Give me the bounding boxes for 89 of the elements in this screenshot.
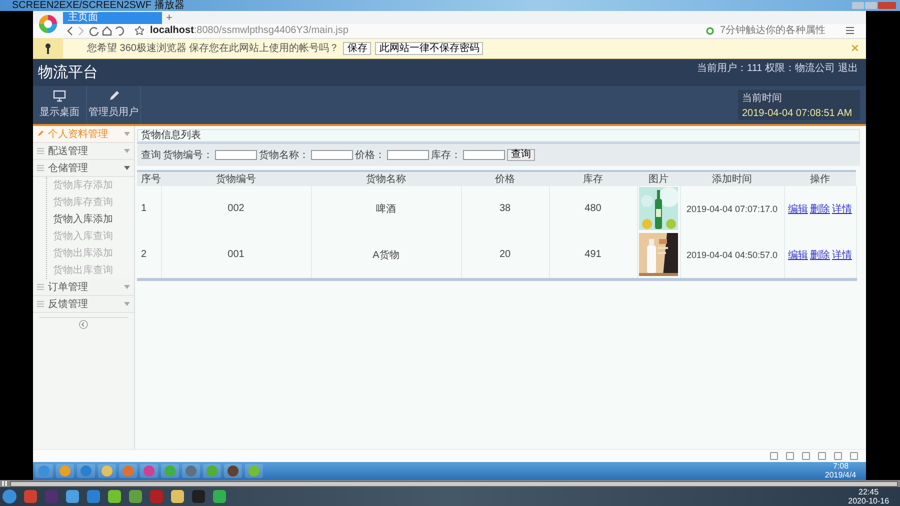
password-prompt: 您希望 360极速浏览器 保存您在此网站上使用的帐号吗？ bbox=[87, 42, 340, 56]
app-icon[interactable] bbox=[65, 489, 80, 504]
password-bar-button[interactable]: 此网站一律不保存密码 bbox=[375, 42, 484, 55]
toolbar-button[interactable]: 管理员用户 bbox=[87, 86, 141, 124]
pencil-icon bbox=[37, 130, 44, 138]
new-tab-button[interactable]: + bbox=[166, 12, 172, 24]
app-icon[interactable] bbox=[128, 489, 143, 504]
password-bar-button[interactable]: 保存 bbox=[343, 42, 372, 55]
list-icon bbox=[37, 300, 44, 307]
action-link[interactable]: 删除 bbox=[810, 202, 830, 216]
app-icon[interactable] bbox=[86, 489, 101, 504]
logout-link[interactable]: 退出 bbox=[838, 61, 858, 76]
column-header: 货物编号 bbox=[161, 170, 311, 186]
menu-icon[interactable] bbox=[846, 27, 854, 34]
input-field[interactable] bbox=[387, 150, 429, 160]
input-field[interactable] bbox=[215, 150, 257, 160]
panel-title: 货物信息列表 bbox=[137, 128, 860, 142]
action-link[interactable]: 详情 bbox=[832, 202, 852, 216]
app-icon[interactable] bbox=[170, 489, 185, 504]
taskbar-time: 22:45 bbox=[858, 488, 878, 496]
caret-icon bbox=[124, 302, 130, 306]
user-info: 当前用户：111 权限：物流公司 bbox=[697, 62, 835, 76]
caret-icon bbox=[124, 148, 130, 153]
app-title: 物流平台 bbox=[38, 62, 98, 82]
pencil-icon bbox=[108, 90, 120, 102]
column-header: 库存 bbox=[549, 170, 637, 186]
field-label: 货物编号： bbox=[163, 148, 213, 162]
player-title: SCREEN2EXE/SCREEN2SWF 播放器 bbox=[11, 0, 184, 11]
action-link[interactable]: 编辑 bbox=[788, 202, 808, 216]
column-header: 添加时间 bbox=[680, 170, 784, 186]
search-engine-icon bbox=[706, 26, 714, 35]
table-cell: 20 bbox=[461, 232, 549, 280]
toolbar-button[interactable]: 显示桌面 bbox=[33, 86, 87, 124]
table-cell: 001 bbox=[161, 232, 311, 280]
caret-icon bbox=[124, 284, 130, 289]
close-icon[interactable] bbox=[852, 45, 858, 52]
caret-icon bbox=[124, 166, 130, 170]
clock-label: 当前时间 bbox=[742, 92, 783, 105]
sidebar-item[interactable]: 仓储管理 bbox=[33, 160, 134, 177]
list-icon bbox=[37, 148, 44, 154]
sidebar-subitem[interactable]: 货物入库添加 bbox=[47, 210, 134, 228]
table-cell: 480 bbox=[549, 186, 637, 232]
app-icon[interactable] bbox=[107, 489, 122, 504]
sidebar-item[interactable]: 配送管理 bbox=[33, 142, 134, 160]
action-link[interactable]: 删除 bbox=[810, 248, 830, 262]
field-label: 价格： bbox=[355, 148, 385, 162]
table-cell: 2 bbox=[137, 232, 161, 280]
query-button[interactable]: 查询 bbox=[507, 148, 535, 161]
table-cell: 491 bbox=[549, 232, 637, 280]
table-cell: 2019-04-04 07:07:17.0 bbox=[680, 186, 784, 232]
table-cell: 啤酒 bbox=[311, 186, 461, 232]
action-link[interactable]: 详情 bbox=[832, 248, 852, 262]
key-icon bbox=[45, 42, 51, 54]
table-cell: 002 bbox=[161, 186, 311, 232]
app-icon[interactable] bbox=[227, 465, 239, 477]
pause-icon[interactable] bbox=[2, 481, 8, 486]
column-header: 序号 bbox=[137, 170, 161, 186]
taskbar-time: 7:08 bbox=[832, 462, 848, 470]
monitor-icon bbox=[53, 90, 66, 102]
sidebar-item[interactable]: 订单管理 bbox=[33, 278, 134, 296]
input-field[interactable] bbox=[463, 150, 505, 160]
sidebar-item[interactable]: 反馈管理 bbox=[33, 296, 134, 313]
table-cell: 38 bbox=[461, 186, 549, 232]
input-field[interactable] bbox=[311, 150, 353, 160]
search-field[interactable]: 7分钟触达你的各种属性 bbox=[720, 25, 840, 36]
app-icon[interactable] bbox=[212, 489, 227, 504]
star-icon[interactable] bbox=[135, 26, 144, 36]
address-bar[interactable]: localhost:8080/ssmwlpthsg4406Y3/main.jsp bbox=[150, 25, 700, 36]
caret-icon bbox=[124, 132, 130, 136]
table-cell: 1 bbox=[137, 186, 161, 232]
taskbar-date: 2019/4/4 bbox=[824, 472, 856, 480]
start-button-icon[interactable] bbox=[38, 465, 50, 477]
field-label: 货物名称： bbox=[259, 148, 309, 162]
column-header: 操作 bbox=[784, 170, 856, 186]
column-header: 价格 bbox=[461, 170, 549, 186]
clock-value: 2019-04-04 07:08:51 AM bbox=[742, 108, 854, 119]
search-label: 查询 bbox=[141, 148, 161, 162]
app-icon[interactable] bbox=[23, 489, 38, 504]
list-icon bbox=[37, 164, 44, 171]
field-label: 库存： bbox=[431, 148, 461, 162]
table-cell: A货物 bbox=[311, 232, 461, 280]
taskbar-date: 2020-10-16 bbox=[848, 497, 889, 505]
action-link[interactable]: 编辑 bbox=[788, 248, 808, 262]
list-icon bbox=[37, 284, 44, 290]
column-header: 图片 bbox=[637, 170, 680, 186]
collapse-icon[interactable] bbox=[79, 320, 88, 330]
start-button-icon[interactable] bbox=[2, 489, 17, 504]
table-cell: 2019-04-04 04:50:57.0 bbox=[680, 232, 784, 280]
column-header: 货物名称 bbox=[311, 170, 461, 186]
